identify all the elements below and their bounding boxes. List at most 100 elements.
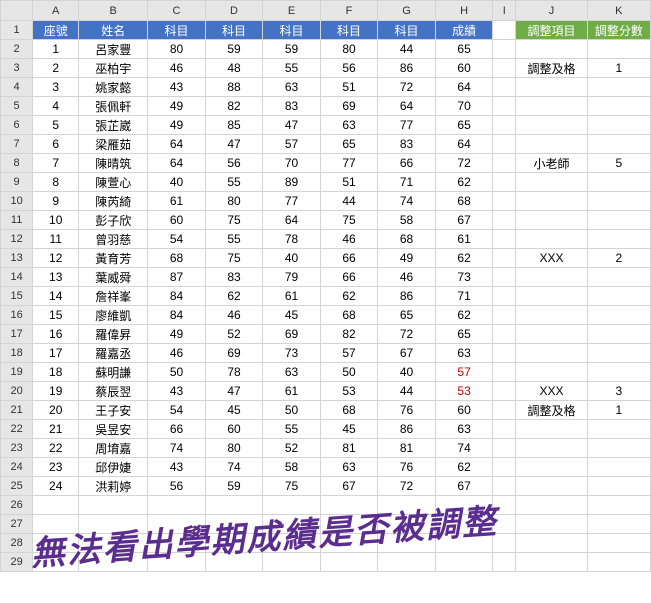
cell-e[interactable]: 61 <box>263 382 321 401</box>
cell-seat[interactable]: 8 <box>33 173 79 192</box>
cell-g[interactable]: 81 <box>378 439 436 458</box>
cell-i[interactable] <box>493 40 516 59</box>
cell-name[interactable]: 梁雁茹 <box>79 135 148 154</box>
cell-empty[interactable] <box>320 496 378 515</box>
cell-c[interactable]: 61 <box>148 192 206 211</box>
cell-i[interactable] <box>493 287 516 306</box>
cell-j[interactable] <box>516 420 587 439</box>
cell-f[interactable]: 57 <box>320 344 378 363</box>
cell-i[interactable] <box>493 268 516 287</box>
cell-k[interactable] <box>587 268 650 287</box>
cell-name[interactable]: 王子安 <box>79 401 148 420</box>
cell-name[interactable]: 廖維凱 <box>79 306 148 325</box>
row-26[interactable]: 26 <box>1 496 33 515</box>
cell-e[interactable]: 64 <box>263 211 321 230</box>
cell-name[interactable]: 陳萱心 <box>79 173 148 192</box>
cell-g[interactable]: 72 <box>378 477 436 496</box>
hdr-sub1[interactable]: 科目 <box>148 21 206 40</box>
cell-g[interactable]: 83 <box>378 135 436 154</box>
row-13[interactable]: 13 <box>1 249 33 268</box>
cell-g[interactable]: 71 <box>378 173 436 192</box>
cell-k[interactable] <box>587 40 650 59</box>
cell-c[interactable]: 60 <box>148 211 206 230</box>
cell-i[interactable] <box>493 344 516 363</box>
cell-h[interactable]: 65 <box>435 116 493 135</box>
cell-d[interactable]: 85 <box>205 116 263 135</box>
cell-f[interactable]: 63 <box>320 116 378 135</box>
cell-d[interactable]: 46 <box>205 306 263 325</box>
cell-k[interactable]: 2 <box>587 249 650 268</box>
cell-g[interactable]: 72 <box>378 325 436 344</box>
cell-j[interactable] <box>516 97 587 116</box>
cell-g[interactable]: 44 <box>378 40 436 59</box>
row-14[interactable]: 14 <box>1 268 33 287</box>
cell-k[interactable] <box>587 97 650 116</box>
cell-empty[interactable] <box>378 553 436 572</box>
cell-empty[interactable] <box>205 534 263 553</box>
cell-j[interactable] <box>516 78 587 97</box>
cell-name[interactable]: 陳芮綺 <box>79 192 148 211</box>
row-10[interactable]: 10 <box>1 192 33 211</box>
row-29[interactable]: 29 <box>1 553 33 572</box>
cell-name[interactable]: 周堉嘉 <box>79 439 148 458</box>
cell-c[interactable]: 54 <box>148 401 206 420</box>
cell-i[interactable] <box>493 363 516 382</box>
cell-seat[interactable]: 24 <box>33 477 79 496</box>
cell-d[interactable]: 59 <box>205 40 263 59</box>
cell-k[interactable] <box>587 420 650 439</box>
cell-seat[interactable]: 11 <box>33 230 79 249</box>
hdr-score[interactable]: 成績 <box>435 21 493 40</box>
cell-e[interactable]: 58 <box>263 458 321 477</box>
cell-j[interactable] <box>516 287 587 306</box>
cell-i[interactable] <box>493 325 516 344</box>
hdr-sub2[interactable]: 科目 <box>205 21 263 40</box>
cell-k[interactable]: 5 <box>587 154 650 173</box>
cell-e[interactable]: 73 <box>263 344 321 363</box>
cell-empty[interactable] <box>205 515 263 534</box>
row-7[interactable]: 7 <box>1 135 33 154</box>
cell-name[interactable]: 葉威舜 <box>79 268 148 287</box>
cell-I1[interactable] <box>493 21 516 40</box>
cell-i[interactable] <box>493 78 516 97</box>
col-K[interactable]: K <box>587 1 650 21</box>
cell-c[interactable]: 84 <box>148 287 206 306</box>
cell-empty[interactable] <box>263 496 321 515</box>
row-4[interactable]: 4 <box>1 78 33 97</box>
cell-k[interactable] <box>587 116 650 135</box>
cell-d[interactable]: 83 <box>205 268 263 287</box>
cell-g[interactable]: 86 <box>378 59 436 78</box>
cell-f[interactable]: 68 <box>320 306 378 325</box>
cell-e[interactable]: 55 <box>263 420 321 439</box>
cell-j[interactable]: XXX <box>516 249 587 268</box>
cell-empty[interactable] <box>587 534 650 553</box>
cell-empty[interactable] <box>33 515 79 534</box>
cell-e[interactable]: 75 <box>263 477 321 496</box>
cell-c[interactable]: 80 <box>148 40 206 59</box>
cell-name[interactable]: 洪莉婷 <box>79 477 148 496</box>
cell-c[interactable]: 49 <box>148 116 206 135</box>
cell-d[interactable]: 75 <box>205 249 263 268</box>
cell-seat[interactable]: 4 <box>33 97 79 116</box>
col-F[interactable]: F <box>320 1 378 21</box>
row-12[interactable]: 12 <box>1 230 33 249</box>
cell-name[interactable]: 羅偉昇 <box>79 325 148 344</box>
cell-h[interactable]: 63 <box>435 344 493 363</box>
cell-seat[interactable]: 22 <box>33 439 79 458</box>
cell-empty[interactable] <box>493 534 516 553</box>
cell-seat[interactable]: 21 <box>33 420 79 439</box>
cell-empty[interactable] <box>320 553 378 572</box>
cell-h[interactable]: 70 <box>435 97 493 116</box>
cell-d[interactable]: 55 <box>205 230 263 249</box>
cell-g[interactable]: 40 <box>378 363 436 382</box>
cell-d[interactable]: 47 <box>205 382 263 401</box>
row-3[interactable]: 3 <box>1 59 33 78</box>
cell-f[interactable]: 63 <box>320 458 378 477</box>
cell-g[interactable]: 44 <box>378 382 436 401</box>
cell-k[interactable] <box>587 344 650 363</box>
cell-seat[interactable]: 1 <box>33 40 79 59</box>
cell-h[interactable]: 62 <box>435 249 493 268</box>
cell-g[interactable]: 68 <box>378 230 436 249</box>
row-8[interactable]: 8 <box>1 154 33 173</box>
cell-j[interactable]: 調整及格 <box>516 401 587 420</box>
cell-f[interactable]: 66 <box>320 249 378 268</box>
